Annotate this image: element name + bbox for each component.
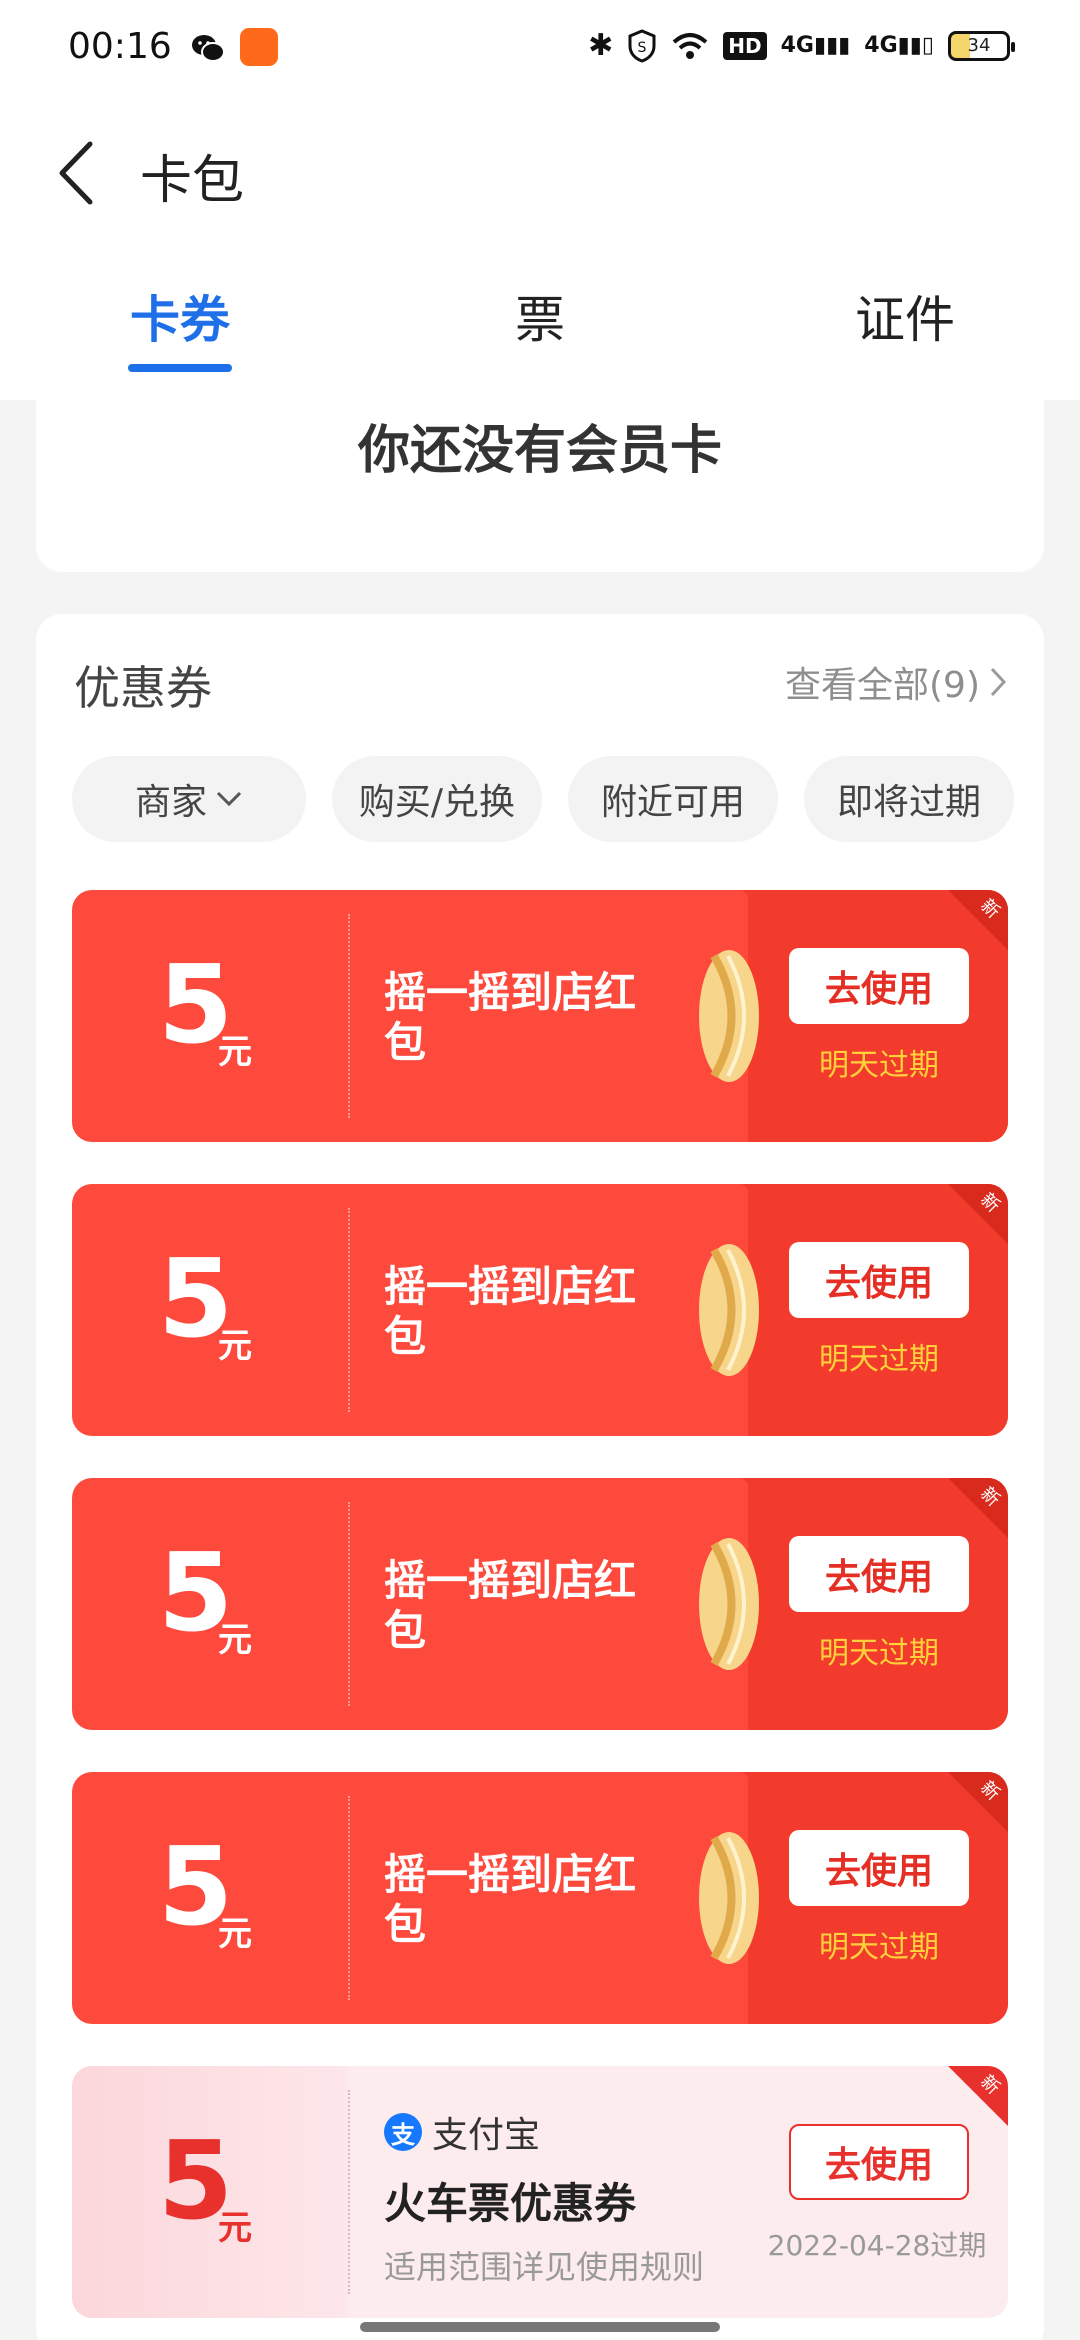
alipay-coupon-card[interactable]: 5 元 支 支付宝 火车票优惠券 适用范围详见使用规则 去使用 2022-04-… [72, 2066, 1008, 2318]
coupon-card[interactable]: 5 元 摇一摇到店红包 去使用 明天过期 新 [72, 1478, 1008, 1730]
coin-icon [699, 1538, 759, 1670]
coin-icon [699, 1244, 759, 1376]
back-icon[interactable] [52, 140, 100, 206]
header: 卡包 卡券 票 证件 [0, 96, 1080, 400]
coupon-name: 火车票优惠券 [384, 2179, 637, 2228]
new-badge: 新 [948, 1772, 1008, 1832]
coupon-card[interactable]: 5 元 摇一摇到店红包 去使用 明天过期 新 [72, 890, 1008, 1142]
status-time: 00:16 [68, 26, 172, 67]
no-member-card-text: 你还没有会员卡 [357, 421, 722, 481]
coupon-card[interactable]: 5 元 摇一摇到店红包 去使用 明天过期 新 [72, 1184, 1008, 1436]
signal-icon: 4G▮▮▮ [780, 33, 851, 58]
coupon-section-title: 优惠券 [74, 661, 212, 715]
status-bar: 00:16 ✱ S HD 4G▮▮▮ 4G▮▮▯ 34 [0, 0, 1080, 96]
use-button[interactable]: 去使用 [789, 2124, 969, 2200]
use-button[interactable]: 去使用 [789, 1242, 969, 1318]
battery-icon: 34 [948, 30, 1015, 61]
filter-nearby[interactable]: 附近可用 [568, 756, 778, 842]
coupon-name: 摇一摇到店红包 [384, 1850, 637, 1949]
coupon-expire: 明天过期 [819, 1930, 939, 1965]
coupon-expire: 明天过期 [819, 1636, 939, 1671]
use-button[interactable]: 去使用 [789, 948, 969, 1024]
coupon-description: 适用范围详见使用规则 [384, 2248, 705, 2286]
coin-icon [699, 950, 759, 1082]
filter-chips: 商家 购买/兑换 附近可用 即将过期 [72, 756, 1014, 842]
coupon-section: 优惠券 查看全部(9) 商家 购买/兑换 附近可用 即将过期 5 元 摇一摇到店… [36, 614, 1044, 2340]
new-badge: 新 [948, 1184, 1008, 1244]
coupon-brand: 支 支付宝 [384, 2106, 540, 2158]
coupon-unit: 元 [218, 1032, 252, 1072]
chevron-right-icon [990, 667, 1007, 697]
app-notification-icon [240, 28, 278, 66]
coupon-expire: 明天过期 [819, 1342, 939, 1377]
svg-text:S: S [638, 40, 647, 56]
new-badge: 新 [948, 1478, 1008, 1538]
filter-expiring[interactable]: 即将过期 [804, 756, 1014, 842]
coupon-unit: 元 [218, 1326, 252, 1366]
coupon-name: 摇一摇到店红包 [384, 1556, 637, 1655]
wechat-icon [192, 35, 225, 62]
coupon-card[interactable]: 5 元 摇一摇到店红包 去使用 明天过期 新 [72, 1772, 1008, 2024]
tab-coupons[interactable]: 卡券 [130, 280, 230, 352]
tab-ids[interactable]: 证件 [855, 280, 955, 352]
alipay-icon: 支 [384, 2113, 422, 2151]
view-all-link[interactable]: 查看全部(9) [785, 656, 1008, 708]
filter-merchant[interactable]: 商家 [72, 756, 306, 842]
coupon-name: 摇一摇到店红包 [384, 968, 637, 1067]
hd-badge: HD [723, 31, 767, 60]
use-button[interactable]: 去使用 [789, 1536, 969, 1612]
shield-icon: S [628, 28, 656, 63]
coupon-expire: 2022-04-28过期 [767, 2229, 987, 2262]
new-badge: 新 [948, 2066, 1008, 2126]
filter-purchase[interactable]: 购买/兑换 [332, 756, 542, 842]
coupon-unit: 元 [218, 1914, 252, 1954]
signal-icon-2: 4G▮▮▯ [864, 33, 934, 58]
new-badge: 新 [948, 890, 1008, 950]
tab-tickets[interactable]: 票 [515, 280, 565, 352]
coupon-unit: 元 [218, 1620, 252, 1660]
member-card-box: 你还没有会员卡 [36, 400, 1044, 572]
active-tab-indicator [128, 364, 232, 372]
chevron-down-icon [216, 791, 242, 807]
bluetooth-icon: ✱ [588, 28, 614, 63]
wifi-icon [672, 32, 708, 59]
coupon-unit: 元 [218, 2208, 252, 2248]
coin-icon [699, 1832, 759, 1964]
use-button[interactable]: 去使用 [789, 1830, 969, 1906]
page-title: 卡包 [140, 151, 245, 211]
coupon-name: 摇一摇到店红包 [384, 1262, 637, 1361]
home-indicator[interactable] [360, 2322, 720, 2332]
coupon-expire: 明天过期 [819, 1048, 939, 1083]
